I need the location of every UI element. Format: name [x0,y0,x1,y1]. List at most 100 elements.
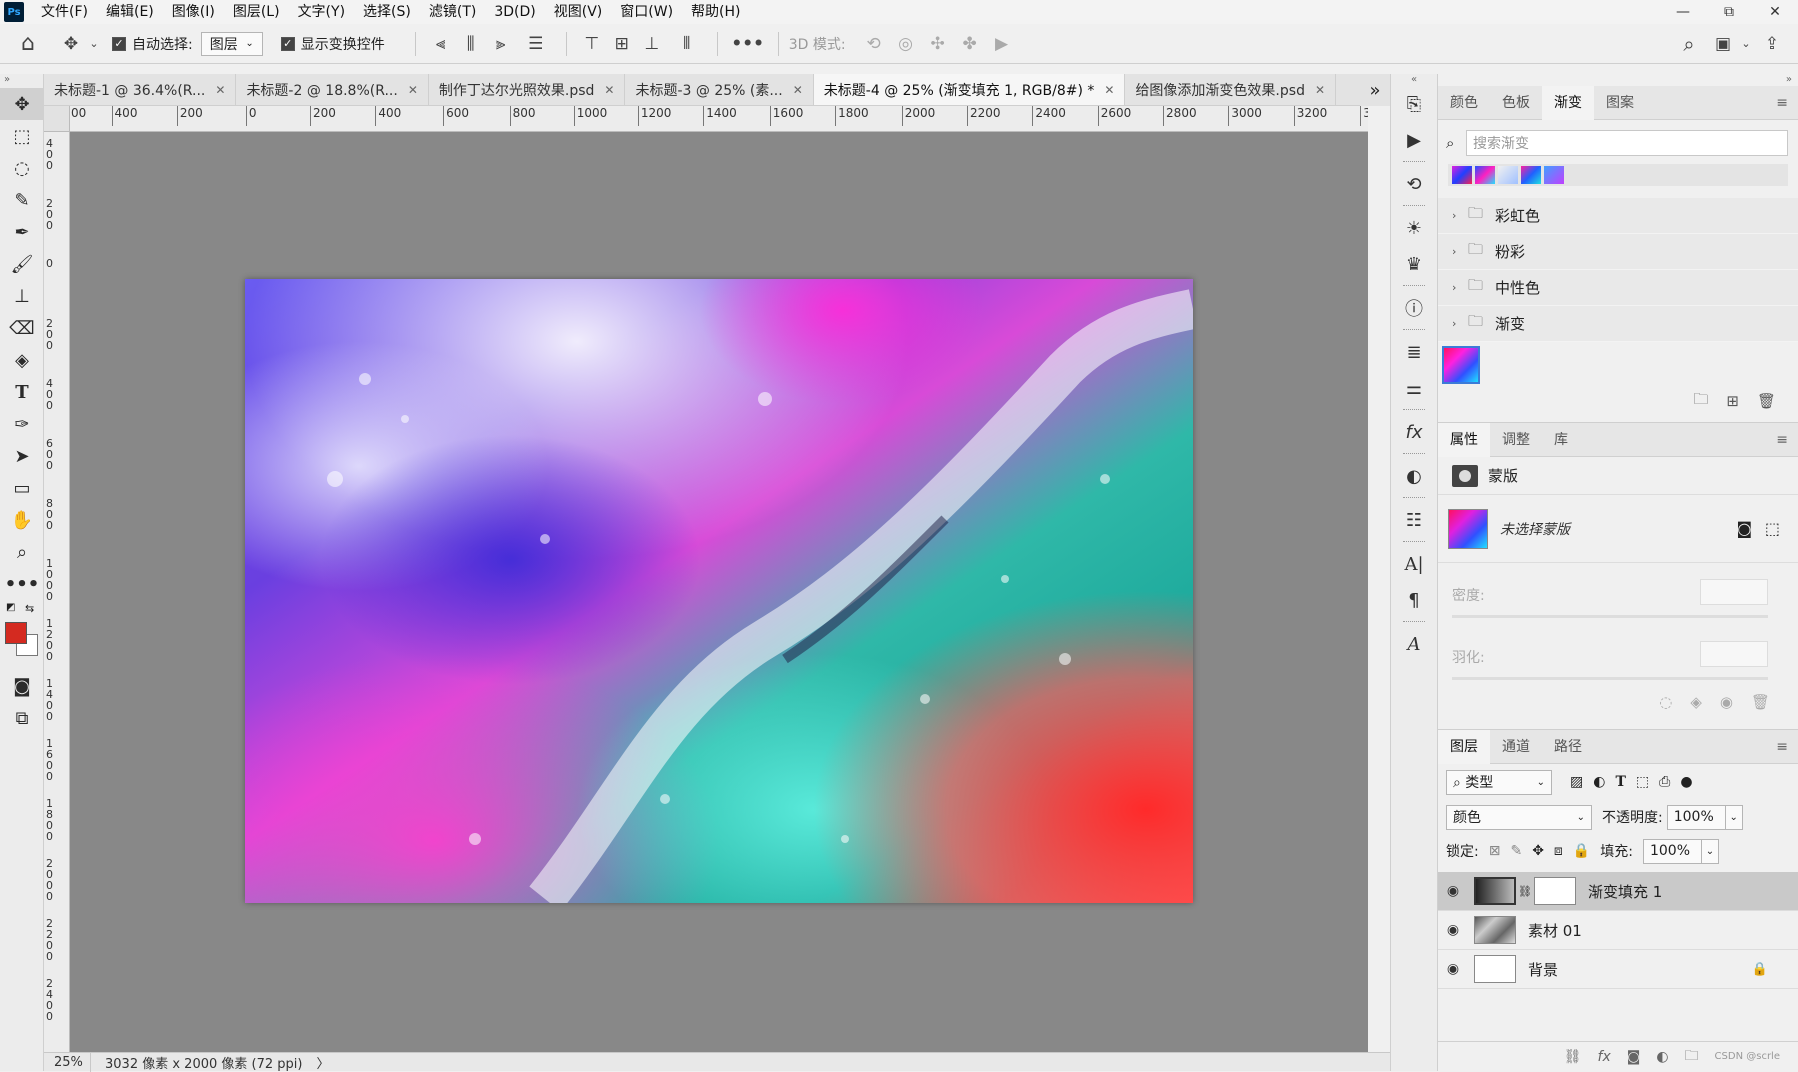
gradients-panel-tab[interactable]: 颜色 [1438,86,1490,120]
layers-panel-tab[interactable]: 通道 [1490,730,1542,764]
slide-3d-icon[interactable]: ✤ [954,34,986,54]
eye-icon[interactable]: ◉ [1438,961,1468,977]
document-tab[interactable]: 未标题-1 @ 36.4%(R... ✕ [44,74,237,105]
rectangle-tool-icon[interactable]: ▭ [0,472,44,504]
history-states-icon[interactable]: ⎘ [1391,86,1437,122]
menu-item[interactable]: 文件(F) [32,0,97,24]
chevron-right-icon[interactable]: › [1452,209,1468,222]
gradient-folder[interactable]: › 🗀 彩虹色 [1438,198,1798,234]
camera-3d-icon[interactable]: ▶ [986,34,1018,54]
adjustments-icon[interactable]: ☀ [1391,210,1437,246]
align-bottom-icon[interactable]: ⊥ [637,34,667,54]
gradient-folder[interactable]: › 🗀 粉彩 [1438,234,1798,270]
workspace-icon[interactable]: ▣ [1708,34,1738,54]
menu-item[interactable]: 图像(I) [163,0,224,24]
selected-gradient-swatch[interactable] [1442,346,1480,384]
status-arrow-icon[interactable]: 〉 [316,1053,329,1072]
quick-select-tool-icon[interactable]: ✎ [0,184,44,216]
gradient-folder[interactable]: › 🗀 中性色 [1438,270,1798,306]
search-icon[interactable]: ⌕ [1670,32,1708,56]
lock-image-icon[interactable]: ✎ [1510,843,1522,859]
lasso-tool-icon[interactable]: ◌ [0,152,44,184]
filter-adjustment-icon[interactable]: ◐ [1593,774,1605,790]
orbit-3d-icon[interactable]: ⟲ [858,34,890,54]
new-adjustment-icon[interactable]: ◐ [1656,1049,1668,1065]
menu-item[interactable]: 文字(Y) [289,0,354,24]
new-gradient-icon[interactable]: ⊞ [1726,392,1739,410]
layer-filter-dropdown[interactable]: ⌕ 类型 ⌄ [1446,769,1552,795]
density-slider[interactable] [1452,615,1768,618]
menu-item[interactable]: 帮助(H) [682,0,749,24]
document-tab[interactable]: 未标题-4 @ 25% (渐变填充 1, RGB/8#) * ✕ [813,74,1126,105]
filter-pixel-icon[interactable]: ▨ [1570,774,1583,790]
align-left-icon[interactable]: ⫷ [426,34,456,54]
blend-mode-dropdown[interactable]: 颜色 ⌄ [1446,804,1592,830]
filter-toggle-icon[interactable]: ● [1680,774,1692,790]
menu-item[interactable]: 编辑(E) [97,0,163,24]
layers-panel-tab[interactable]: 图层 [1438,729,1490,764]
type-tool-icon[interactable]: T [0,376,44,408]
brush-settings-icon[interactable]: ≣ [1391,334,1437,370]
pen-tool-icon[interactable]: ✑ [0,408,44,440]
feather-input[interactable] [1700,641,1768,667]
eyedropper-tool-icon[interactable]: ✒ [0,216,44,248]
move-tool-icon[interactable]: ✥ [56,34,86,54]
distribute-icon[interactable]: ☰ [516,34,556,54]
close-tab-icon[interactable]: ✕ [215,83,225,97]
delete-mask-icon[interactable]: 🗑 [1751,693,1770,711]
auto-select-dropdown[interactable]: 图层 ⌄ [200,31,263,56]
swap-colors-icon[interactable]: ⇆ [25,602,34,615]
actions-play-icon[interactable]: ▶ [1391,122,1437,158]
glyphs-icon[interactable]: A [1391,626,1437,662]
recent-gradient-swatch[interactable] [1521,166,1541,184]
collapse-panels-icon[interactable]: » [1438,74,1798,86]
filter-type-icon[interactable]: T [1615,774,1625,790]
brush-tool-icon[interactable]: 🖌 [0,248,44,280]
pan-3d-icon[interactable]: ✣ [922,34,954,54]
align-top-icon[interactable]: ⊤ [577,34,607,54]
auto-select-checkbox[interactable]: ✓ 自动选择: [112,34,193,54]
checkbox-checked-icon[interactable]: ✓ [280,36,295,51]
document-tab[interactable]: 未标题-3 @ 25% (素... ✕ [625,74,814,105]
shapes-icon[interactable]: ◐ [1391,458,1437,494]
load-selection-icon[interactable]: ◌ [1659,693,1672,711]
marquee-tool-icon[interactable]: ⬚ [0,120,44,152]
menu-item[interactable]: 窗口(W) [611,0,682,24]
collapse-dock-icon[interactable]: « [1391,74,1437,86]
minimize-button[interactable]: — [1660,0,1706,24]
align-middle-v-icon[interactable]: ⊞ [607,34,637,54]
eye-icon[interactable]: ◉ [1438,922,1468,938]
recent-gradient-swatch[interactable] [1544,166,1564,184]
gradients-panel-tab[interactable]: 图案 [1594,86,1646,120]
lock-artboard-icon[interactable]: ⧈ [1554,843,1563,859]
chevron-down-icon[interactable]: ⌄ [1738,37,1754,50]
fill-input[interactable]: 100% [1642,838,1701,864]
chevron-right-icon[interactable]: › [1452,245,1468,258]
paragraph-icon[interactable]: ¶ [1391,582,1437,618]
foreground-color-swatch[interactable] [5,622,27,644]
styles-fx-icon[interactable]: fx [1391,414,1437,450]
close-tab-icon[interactable]: ✕ [1104,83,1114,97]
default-colors-icon[interactable]: ◩ [6,602,15,613]
new-group-icon[interactable]: 🗀 [1685,1045,1699,1069]
recent-gradient-swatch[interactable] [1475,166,1495,184]
lock-transparent-icon[interactable]: ⊠ [1489,843,1501,859]
panel-menu-icon[interactable]: ≡ [1776,432,1788,448]
eye-icon[interactable]: ◉ [1438,883,1468,899]
zoom-level[interactable]: 25% [44,1055,90,1070]
properties-panel-tab[interactable]: 库 [1542,423,1580,457]
document-tab[interactable]: 制作丁达尔光照效果.psd ✕ [429,74,626,105]
gradients-panel-tab[interactable]: 渐变 [1542,85,1594,120]
stamp-tool-icon[interactable]: ⊥ [0,280,44,312]
lock-icon[interactable]: 🔒 [1752,962,1768,977]
opacity-input[interactable]: 100% [1666,804,1725,830]
lock-position-icon[interactable]: ✥ [1532,843,1544,859]
layer-row[interactable]: ◉ 背景 🔒 [1438,950,1798,989]
apply-mask-icon[interactable]: ◈ [1690,693,1702,711]
add-mask-icon[interactable]: ◙ [1627,1049,1641,1065]
recent-gradient-swatch[interactable] [1452,166,1472,184]
menu-item[interactable]: 视图(V) [545,0,612,24]
eraser-tool-icon[interactable]: ⌫ [0,312,44,344]
hand-tool-icon[interactable]: ✋ [0,504,44,536]
background-thumbnail[interactable] [1474,955,1516,983]
